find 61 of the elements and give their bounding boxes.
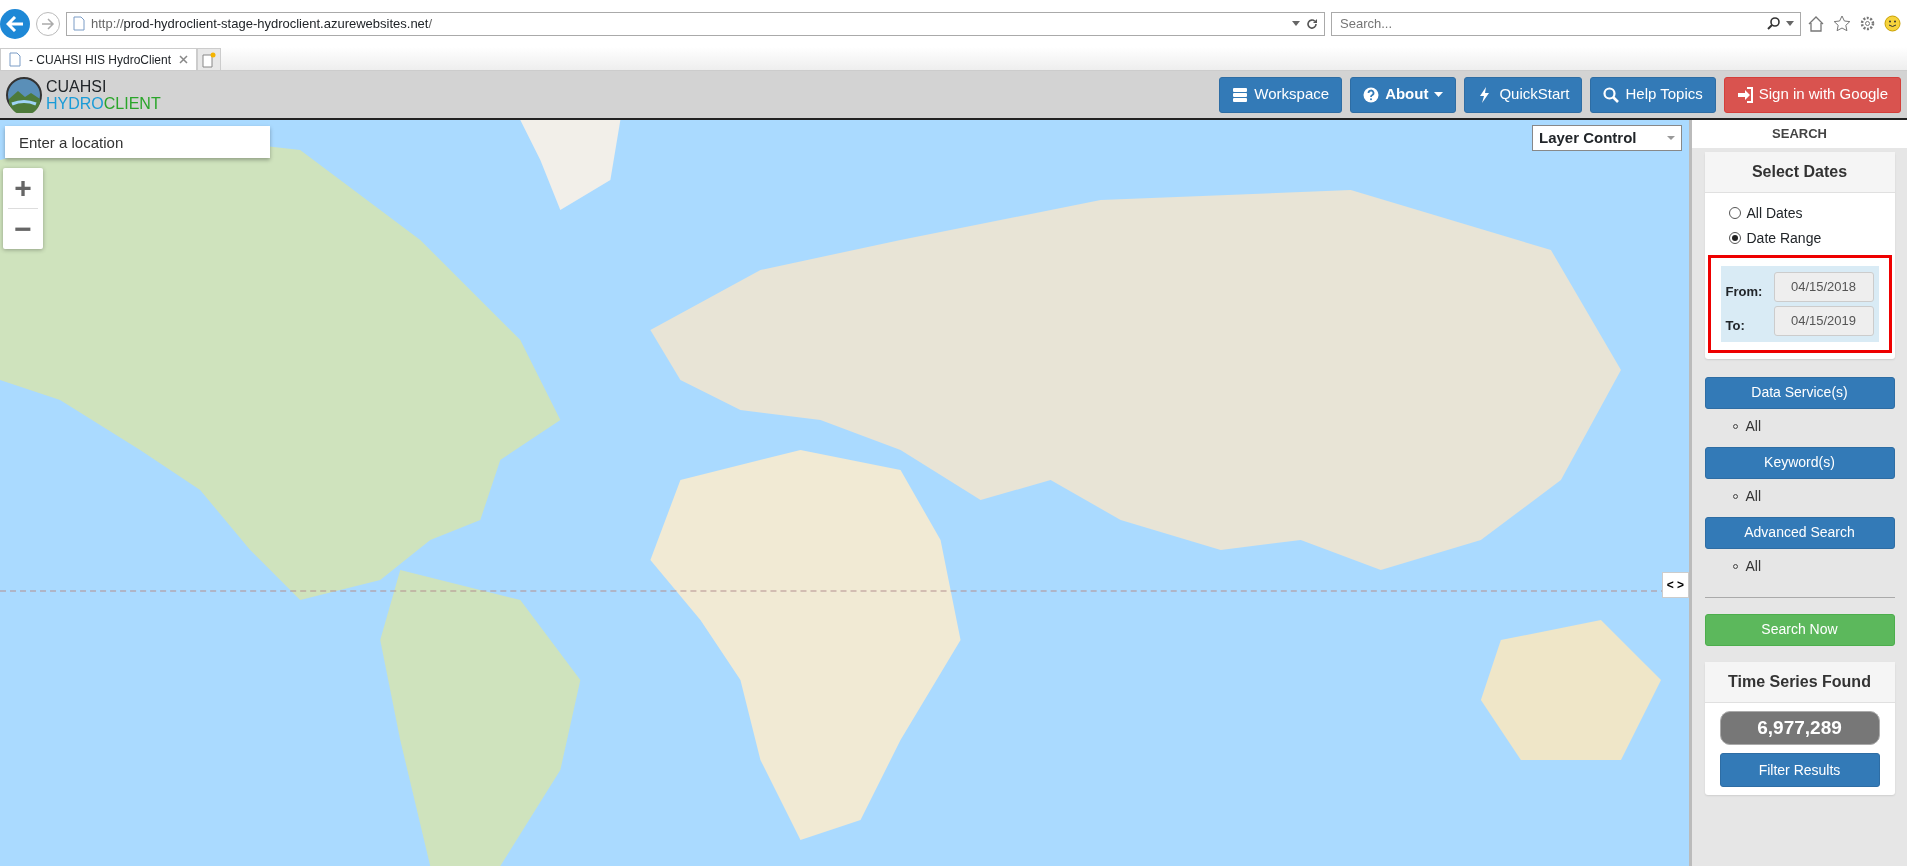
layer-control-dropdown[interactable]: Layer Control <box>1532 125 1682 151</box>
header-button[interactable]: QuickStart <box>1464 76 1583 113</box>
filter-section-button[interactable]: Advanced Search <box>1704 516 1895 549</box>
logo-icon <box>6 76 42 113</box>
date-field[interactable]: 04/15/2019 <box>1773 305 1874 336</box>
panel-title: Select Dates <box>1704 151 1895 193</box>
radio-label: Date Range <box>1746 228 1822 248</box>
panel-title: Time Series Found <box>1704 661 1895 703</box>
header-button[interactable]: Workspace <box>1219 76 1343 113</box>
filter-value: All <box>1745 416 1762 436</box>
tab-title: - CUAHSI HIS HydroClient <box>29 51 172 69</box>
dropdown-caret-icon[interactable] <box>1292 21 1300 26</box>
logo-subtitle: HYDRO <box>46 94 104 112</box>
header-button[interactable]: Sign in with Google <box>1723 76 1901 113</box>
result-count: 6,977,289 <box>1719 710 1880 745</box>
date-field[interactable]: 04/15/2018 <box>1773 271 1874 302</box>
bullet-icon <box>1732 563 1738 569</box>
logo-title: CUAHSI <box>46 77 108 95</box>
filter-value: All <box>1745 556 1762 576</box>
settings-icon[interactable] <box>1859 15 1876 32</box>
new-tab-icon <box>202 51 217 68</box>
url-text: http://prod-hydroclient-stage-hydroclient.azurewebsites.net/ <box>91 14 434 33</box>
page-icon <box>9 52 21 67</box>
page-icon <box>73 16 85 31</box>
server-icon <box>1232 86 1249 103</box>
back-button[interactable] <box>0 8 30 39</box>
browser-search-box[interactable]: Search... <box>1331 11 1801 36</box>
location-field[interactable]: Enter a location <box>5 126 270 158</box>
logo-subtitle: CLIENT <box>103 94 161 112</box>
address-bar[interactable]: http://prod-hydroclient-stage-hydroclient.azurewebsites.net/ <box>66 11 1325 36</box>
header-button[interactable]: About <box>1350 76 1457 113</box>
search-icon <box>1767 17 1780 30</box>
search-now-button[interactable]: Search Now <box>1704 613 1895 646</box>
question-icon <box>1363 86 1380 103</box>
bullet-icon <box>1732 423 1738 429</box>
caret-icon <box>1667 136 1675 140</box>
caret-icon <box>1434 92 1444 97</box>
home-icon[interactable] <box>1807 15 1825 32</box>
zoom-out-button[interactable]: − <box>3 209 43 249</box>
search-icon <box>1603 86 1620 103</box>
browser-tab[interactable]: - CUAHSI HIS HydroClient <box>0 48 198 70</box>
filter-results-button[interactable]: Filter Results <box>1719 753 1880 787</box>
forward-arrow-icon <box>41 17 55 30</box>
dropdown-caret-icon[interactable] <box>1786 21 1794 26</box>
sidebar-header: SEARCH <box>1692 120 1907 148</box>
sign-in-icon <box>1736 86 1753 103</box>
date-label: From: <box>1725 283 1763 301</box>
header-button[interactable]: Help Topics <box>1590 76 1716 113</box>
smiley-icon[interactable] <box>1884 15 1901 32</box>
bullet-icon <box>1732 493 1738 499</box>
close-icon[interactable] <box>179 55 189 64</box>
filter-value: All <box>1745 486 1762 506</box>
refresh-icon[interactable] <box>1306 17 1318 30</box>
star-icon[interactable] <box>1833 15 1851 32</box>
back-arrow-icon <box>6 15 24 32</box>
filter-section-button[interactable]: Keyword(s) <box>1704 446 1895 479</box>
zoom-in-button[interactable]: + <box>3 168 43 208</box>
radio-label: All Dates <box>1746 203 1803 223</box>
filter-section-button[interactable]: Data Service(s) <box>1704 376 1895 409</box>
date-label: To: <box>1725 317 1745 335</box>
panel-toggle-button[interactable]: < > <box>1661 572 1689 598</box>
